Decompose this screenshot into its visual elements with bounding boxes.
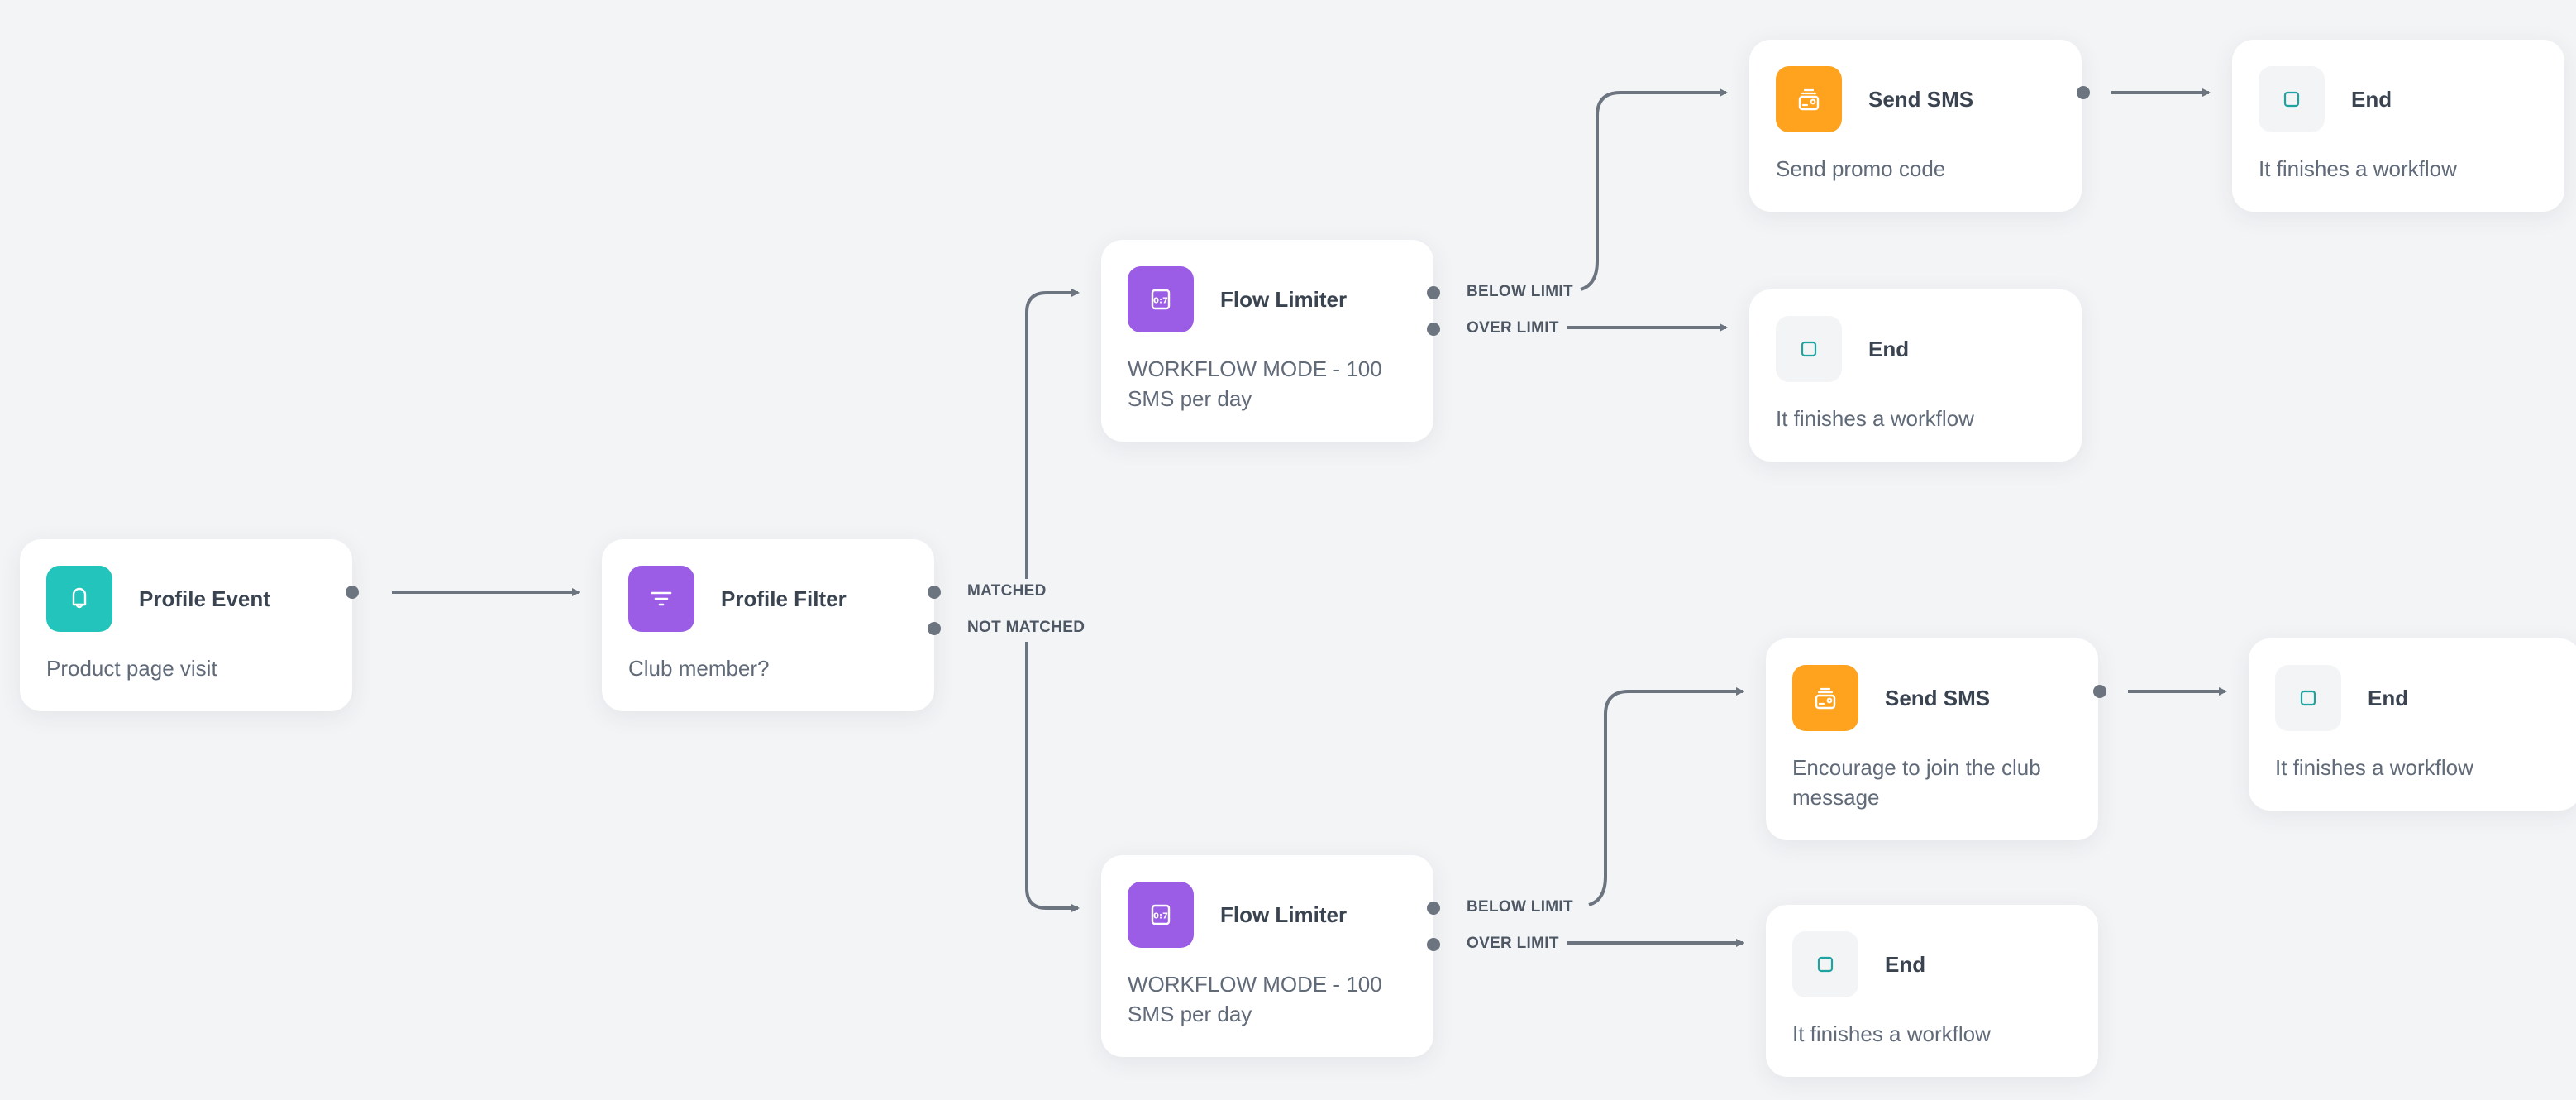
end-icon xyxy=(1792,931,1858,997)
node-description: It finishes a workflow xyxy=(2259,156,2457,181)
edge-not-matched-to-limiter-bottom xyxy=(1025,642,1080,912)
output-port-matched[interactable] xyxy=(928,586,941,599)
node-end-bottom-over[interactable]: End It finishes a workflow xyxy=(1766,905,2098,1077)
output-port[interactable] xyxy=(2093,685,2106,698)
node-title: End xyxy=(2351,86,2392,112)
output-port-below-limit[interactable] xyxy=(1427,902,1440,915)
filter-icon xyxy=(628,566,694,632)
node-title: Flow Limiter xyxy=(1220,286,1348,312)
node-description: WORKFLOW MODE - 100 SMS per day xyxy=(1128,356,1382,411)
node-profile-event[interactable]: Profile Event Product page visit xyxy=(20,539,352,711)
node-description: It finishes a workflow xyxy=(1776,406,1974,431)
flow-limiter-icon: 0:7 xyxy=(1128,882,1194,948)
node-title: End xyxy=(2368,685,2409,710)
node-title: End xyxy=(1885,951,1926,977)
node-description: Encourage to join the club message xyxy=(1792,755,2041,810)
end-icon xyxy=(2275,665,2341,731)
node-title: End xyxy=(1868,336,1910,361)
node-title: Profile Event xyxy=(139,586,270,611)
port-label-below-limit: BELOW LIMIT xyxy=(1467,283,1573,300)
end-icon xyxy=(2259,66,2325,132)
svg-text:0:7: 0:7 xyxy=(1153,912,1168,921)
bell-icon xyxy=(46,566,112,632)
node-title: Flow Limiter xyxy=(1220,902,1348,927)
node-profile-filter[interactable]: Profile Filter Club member? xyxy=(602,539,934,711)
output-port[interactable] xyxy=(2077,86,2090,99)
port-label-over-limit: OVER LIMIT xyxy=(1467,319,1559,337)
svg-text:0:7: 0:7 xyxy=(1153,297,1168,306)
node-title: Profile Filter xyxy=(721,586,847,611)
node-description: It finishes a workflow xyxy=(2275,755,2473,780)
output-port[interactable] xyxy=(346,586,359,599)
node-description: Club member? xyxy=(628,656,770,681)
output-port-over-limit[interactable] xyxy=(1427,323,1440,336)
end-icon xyxy=(1776,316,1842,382)
node-end-top-right[interactable]: End It finishes a workflow xyxy=(2232,40,2564,212)
node-end-top-over[interactable]: End It finishes a workflow xyxy=(1749,289,2082,462)
node-flow-limiter-bottom[interactable]: 0:7 Flow Limiter WORKFLOW MODE - 100 SMS… xyxy=(1101,855,1433,1057)
node-send-sms-top[interactable]: Send SMS Send promo code xyxy=(1749,40,2082,212)
flow-limiter-icon: 0:7 xyxy=(1128,266,1194,332)
output-port-not-matched[interactable] xyxy=(928,622,941,635)
edge-matched-to-limiter-top xyxy=(1025,289,1080,579)
node-title: Send SMS xyxy=(1885,685,1991,710)
node-send-sms-bottom[interactable]: Send SMS Encourage to join the club mess… xyxy=(1766,638,2098,840)
node-title: Send SMS xyxy=(1868,86,1974,112)
port-label-not-matched: NOT MATCHED xyxy=(967,619,1085,636)
node-end-bottom-right[interactable]: End It finishes a workflow xyxy=(2249,638,2576,811)
node-description: Product page visit xyxy=(46,656,217,681)
edge-below-limit-to-sms-bottom xyxy=(1588,687,1744,906)
sms-icon xyxy=(1792,665,1858,731)
node-flow-limiter-top[interactable]: 0:7 Flow Limiter WORKFLOW MODE - 100 SMS… xyxy=(1101,240,1433,442)
edge-below-limit-to-sms-top xyxy=(1580,88,1728,291)
port-label-matched: MATCHED xyxy=(967,582,1047,600)
port-label-over-limit: OVER LIMIT xyxy=(1467,935,1559,952)
output-port-below-limit[interactable] xyxy=(1427,286,1440,299)
port-label-below-limit: BELOW LIMIT xyxy=(1467,898,1573,916)
node-description: It finishes a workflow xyxy=(1792,1021,1991,1046)
node-description: WORKFLOW MODE - 100 SMS per day xyxy=(1128,972,1382,1026)
sms-icon xyxy=(1776,66,1842,132)
output-port-over-limit[interactable] xyxy=(1427,938,1440,951)
node-description: Send promo code xyxy=(1776,156,1946,181)
